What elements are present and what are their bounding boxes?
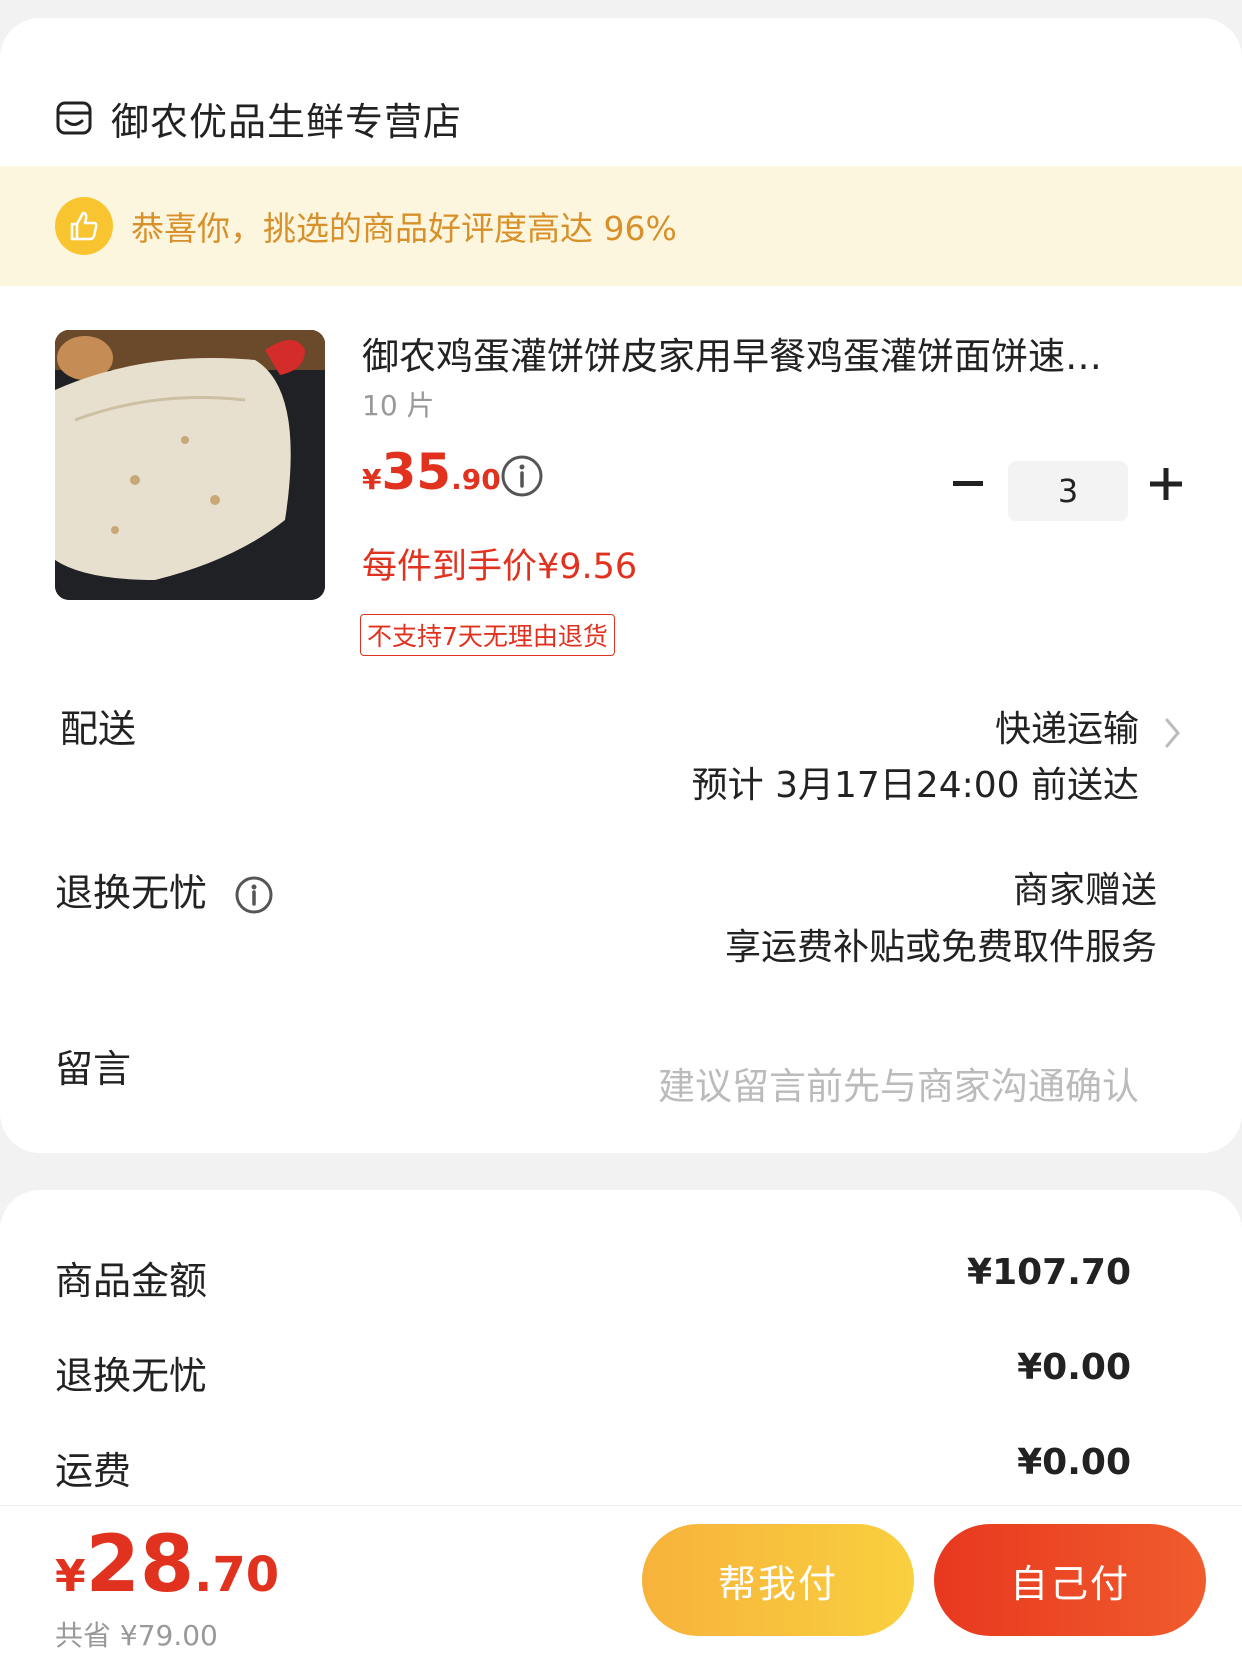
plus-icon — [1150, 468, 1182, 500]
price-currency: ¥ — [362, 463, 382, 496]
product-image[interactable] — [55, 330, 325, 600]
product-spec[interactable]: 10 片 — [362, 384, 435, 424]
product-price: ¥ 35 .90 — [362, 443, 501, 501]
exchange-info-icon[interactable] — [234, 875, 274, 915]
chevron-right-icon[interactable] — [1162, 715, 1184, 751]
self-pay-button[interactable]: 自己付 — [934, 1524, 1206, 1636]
total-decimal: .70 — [194, 1547, 280, 1603]
summary-label-exchange: 退换无忧 — [55, 1354, 208, 1398]
order-card: 御农优品生鲜专营店 恭喜你，挑选的商品好评度高达 96% 御农鸡蛋灌饼饼皮家用早… — [0, 18, 1242, 1153]
store-name: 御农优品生鲜专营店 — [111, 99, 463, 144]
rating-banner: 恭喜你，挑选的商品好评度高达 96% — [0, 166, 1242, 286]
rating-text: 恭喜你，挑选的商品好评度高达 96% — [131, 209, 677, 248]
quantity-increase-button[interactable] — [1148, 466, 1184, 502]
each-price: 每件到手价¥9.56 — [362, 547, 638, 587]
help-pay-button[interactable]: 帮我付 — [642, 1524, 914, 1636]
exchange-line2: 享运费补贴或免费取件服务 — [724, 927, 1157, 968]
exchange-line1: 商家赠送 — [1012, 870, 1157, 911]
checkout-bar: ¥ 28 .70 共省 ¥79.00 帮我付 自己付 — [0, 1505, 1242, 1655]
price-decimal: .90 — [451, 463, 501, 496]
delivery-label: 配送 — [60, 707, 137, 751]
summary-value-goods: ¥107.70 — [967, 1252, 1131, 1293]
product-title[interactable]: 御农鸡蛋灌饼饼皮家用早餐鸡蛋灌饼面饼速… — [362, 326, 1162, 380]
quantity-input[interactable]: 3 — [1008, 461, 1128, 521]
message-input[interactable]: 建议留言前先与商家沟通确认 — [658, 1056, 1139, 1110]
price-info-icon[interactable] — [500, 454, 544, 498]
store-header[interactable]: 御农优品生鲜专营店 — [55, 78, 462, 158]
no-return-badge: 不支持7天无理由退货 — [360, 614, 615, 656]
exchange-label: 退换无忧 — [55, 871, 208, 915]
total-integer: 28 — [85, 1520, 195, 1610]
summary-label-shipping: 运费 — [55, 1449, 132, 1493]
message-label: 留言 — [55, 1047, 132, 1091]
delivery-method[interactable]: 快递运输 — [995, 700, 1139, 752]
summary-label-goods: 商品金额 — [55, 1259, 208, 1303]
summary-value-shipping: ¥0.00 — [1017, 1442, 1131, 1483]
store-icon — [56, 101, 92, 135]
minus-icon — [953, 481, 983, 486]
saved-amount: 共省 ¥79.00 — [55, 1619, 218, 1652]
total-currency: ¥ — [55, 1551, 86, 1602]
delivery-eta: 预计 3月17日24:00 前送达 — [691, 765, 1139, 806]
quantity-decrease-button[interactable] — [950, 466, 986, 502]
total-price: ¥ 28 .70 — [55, 1526, 279, 1604]
price-integer: 35 — [381, 443, 452, 501]
summary-value-exchange: ¥0.00 — [1017, 1347, 1131, 1388]
thumbs-up-icon — [55, 197, 113, 255]
